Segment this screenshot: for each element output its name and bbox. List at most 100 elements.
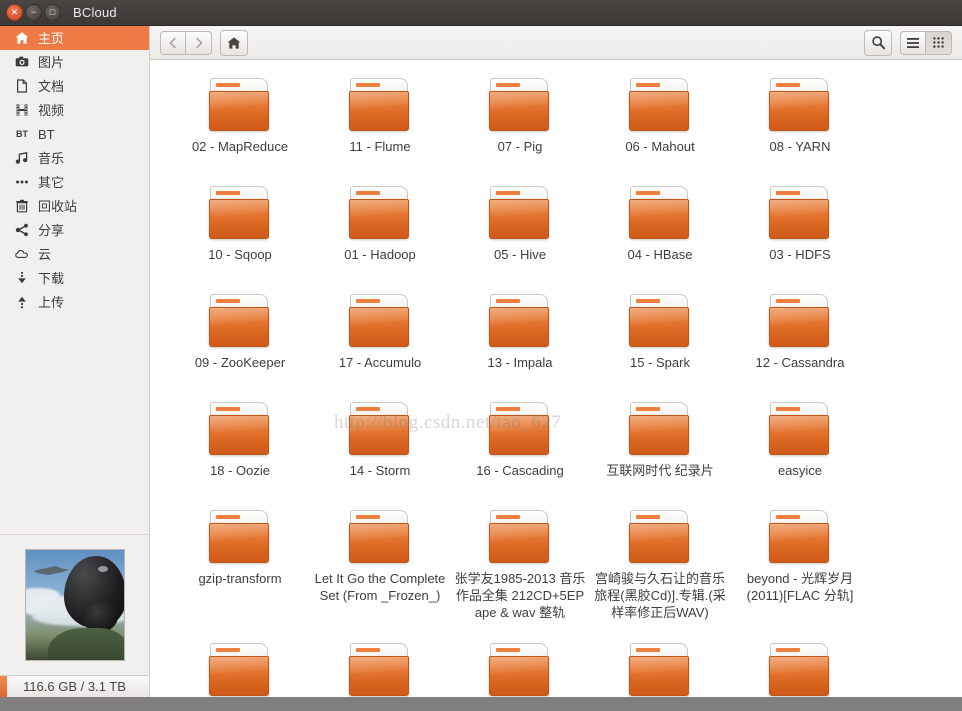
film-icon — [14, 102, 30, 118]
folder-icon — [627, 294, 693, 348]
file-item[interactable]: 17 - Accumulo — [310, 294, 450, 402]
grid-view-icon — [932, 36, 945, 49]
bt-icon: BT — [16, 129, 28, 139]
file-item[interactable]: 09 - ZooKeeper — [170, 294, 310, 402]
file-item[interactable]: gzip-transform — [170, 510, 310, 636]
sidebar-photo-panel — [0, 534, 149, 661]
storage-usage-indicator — [0, 676, 7, 697]
file-item[interactable]: 10 - Sqoop — [170, 186, 310, 294]
window-body: 主页 图片 文档 视频 BT BT 音乐 其它 回收站 分享 云 下载 上传 1… — [0, 26, 962, 697]
maximize-button[interactable]: □ — [44, 4, 61, 21]
file-name: 11 - Flume — [349, 139, 411, 154]
file-item[interactable]: 13 - Impala — [450, 294, 590, 402]
sidebar-item-share[interactable]: 分享 — [0, 218, 149, 242]
file-name: easyice — [777, 463, 823, 478]
file-name: 17 - Accumulo — [338, 355, 422, 370]
sidebar-item-pictures[interactable]: 图片 — [0, 50, 149, 74]
file-grid: 02 - MapReduce 11 - Flume 07 - Pig 06 - … — [150, 78, 962, 636]
file-item[interactable]: 03 - HDFS — [730, 186, 870, 294]
file-name: 张学友1985-2013 音乐作品全集 212CD+5EP ape & wav … — [454, 571, 586, 620]
forward-button[interactable] — [186, 30, 212, 55]
file-name: 08 - YARN — [769, 139, 831, 154]
grid-view-button[interactable] — [926, 30, 952, 55]
home-icon — [14, 30, 30, 46]
file-name: 15 - Spark — [630, 355, 690, 370]
sidebar-item-documents[interactable]: 文档 — [0, 74, 149, 98]
document-icon — [14, 78, 30, 94]
sidebar: 主页 图片 文档 视频 BT BT 音乐 其它 回收站 分享 云 下载 上传 1… — [0, 26, 150, 697]
sidebar-item-cloud[interactable]: 云 — [0, 242, 149, 266]
jet-shape — [33, 566, 70, 575]
file-item[interactable]: 07 - Pig — [450, 78, 590, 186]
file-item[interactable]: 宫崎骏与久石让的音乐旅程(黑胶Cd)].专辑.(采样率修正后WAV) — [590, 510, 730, 636]
file-item[interactable]: 16 - Cascading — [450, 402, 590, 510]
file-name: 01 - Hadoop — [344, 247, 416, 262]
sidebar-item-label: 其它 — [38, 174, 65, 190]
back-button[interactable] — [160, 30, 186, 55]
partial-file-row — [170, 643, 870, 697]
close-button[interactable]: ✕ — [6, 4, 23, 21]
file-name: 18 - Oozie — [210, 463, 270, 478]
file-name: 02 - MapReduce — [191, 139, 289, 154]
sidebar-item-other[interactable]: 其它 — [0, 170, 149, 194]
file-item[interactable]: 02 - MapReduce — [170, 78, 310, 186]
window-title: BCloud — [73, 5, 117, 20]
sidebar-item-recycle-bin[interactable]: 回收站 — [0, 194, 149, 218]
file-item[interactable]: 01 - Hadoop — [310, 186, 450, 294]
file-item[interactable]: 05 - Hive — [450, 186, 590, 294]
folder-icon — [767, 402, 833, 456]
file-item[interactable]: 张学友1985-2013 音乐作品全集 212CD+5EP ape & wav … — [450, 510, 590, 636]
home-button[interactable] — [220, 29, 248, 56]
sidebar-item-bt[interactable]: BT BT — [0, 122, 149, 146]
file-item[interactable]: easyice — [730, 402, 870, 510]
folder-icon — [207, 402, 273, 456]
sidebar-item-upload[interactable]: 上传 — [0, 290, 149, 314]
file-item[interactable]: 15 - Spark — [590, 294, 730, 402]
list-view-button[interactable] — [900, 30, 926, 55]
folder-icon — [207, 294, 273, 348]
file-item[interactable]: 11 - Flume — [310, 78, 450, 186]
file-item[interactable]: 14 - Storm — [310, 402, 450, 510]
sidebar-item-home[interactable]: 主页 — [0, 26, 149, 50]
folder-icon — [627, 186, 693, 240]
folder-icon — [487, 402, 553, 456]
file-item[interactable]: Let It Go the Complete Set (From _Frozen… — [310, 510, 450, 636]
sidebar-item-videos[interactable]: 视频 — [0, 98, 149, 122]
minimize-button[interactable]: − — [25, 4, 42, 21]
sidebar-item-label: BT — [38, 126, 55, 142]
file-name: 10 - Sqoop — [208, 247, 272, 262]
file-item[interactable]: 18 - Oozie — [170, 402, 310, 510]
sidebar-item-download[interactable]: 下载 — [0, 266, 149, 290]
folder-icon — [627, 78, 693, 132]
folder-icon — [487, 186, 553, 240]
file-item[interactable] — [310, 643, 450, 697]
title-bar: ✕ − □ BCloud — [0, 0, 962, 26]
search-button[interactable] — [864, 29, 892, 56]
file-item[interactable]: beyond - 光辉岁月(2011)[FLAC 分轨] — [730, 510, 870, 636]
window-controls: ✕ − □ — [6, 4, 61, 21]
file-item[interactable]: 互联网时代 纪录片 — [590, 402, 730, 510]
file-item[interactable]: 12 - Cassandra — [730, 294, 870, 402]
file-grid-area[interactable]: 02 - MapReduce 11 - Flume 07 - Pig 06 - … — [150, 60, 962, 697]
file-item[interactable] — [450, 643, 590, 697]
file-item[interactable]: 06 - Mahout — [590, 78, 730, 186]
file-item[interactable] — [170, 643, 310, 697]
file-item[interactable]: 08 - YARN — [730, 78, 870, 186]
file-name: 07 - Pig — [497, 139, 543, 154]
file-item[interactable] — [730, 643, 870, 697]
folder-icon — [207, 643, 273, 697]
list-view-icon — [906, 37, 920, 49]
file-item[interactable]: 04 - HBase — [590, 186, 730, 294]
file-name: 06 - Mahout — [625, 139, 695, 154]
shoulder-shape — [47, 628, 124, 660]
folder-icon — [207, 186, 273, 240]
folder-icon — [487, 643, 553, 697]
file-item[interactable] — [590, 643, 730, 697]
toolbar-right-group — [864, 29, 952, 56]
music-icon — [14, 150, 30, 166]
file-name: 03 - HDFS — [769, 247, 831, 262]
storage-status-text: 116.6 GB / 3.1 TB — [23, 679, 126, 694]
visor-glint — [97, 566, 108, 572]
sidebar-item-music[interactable]: 音乐 — [0, 146, 149, 170]
